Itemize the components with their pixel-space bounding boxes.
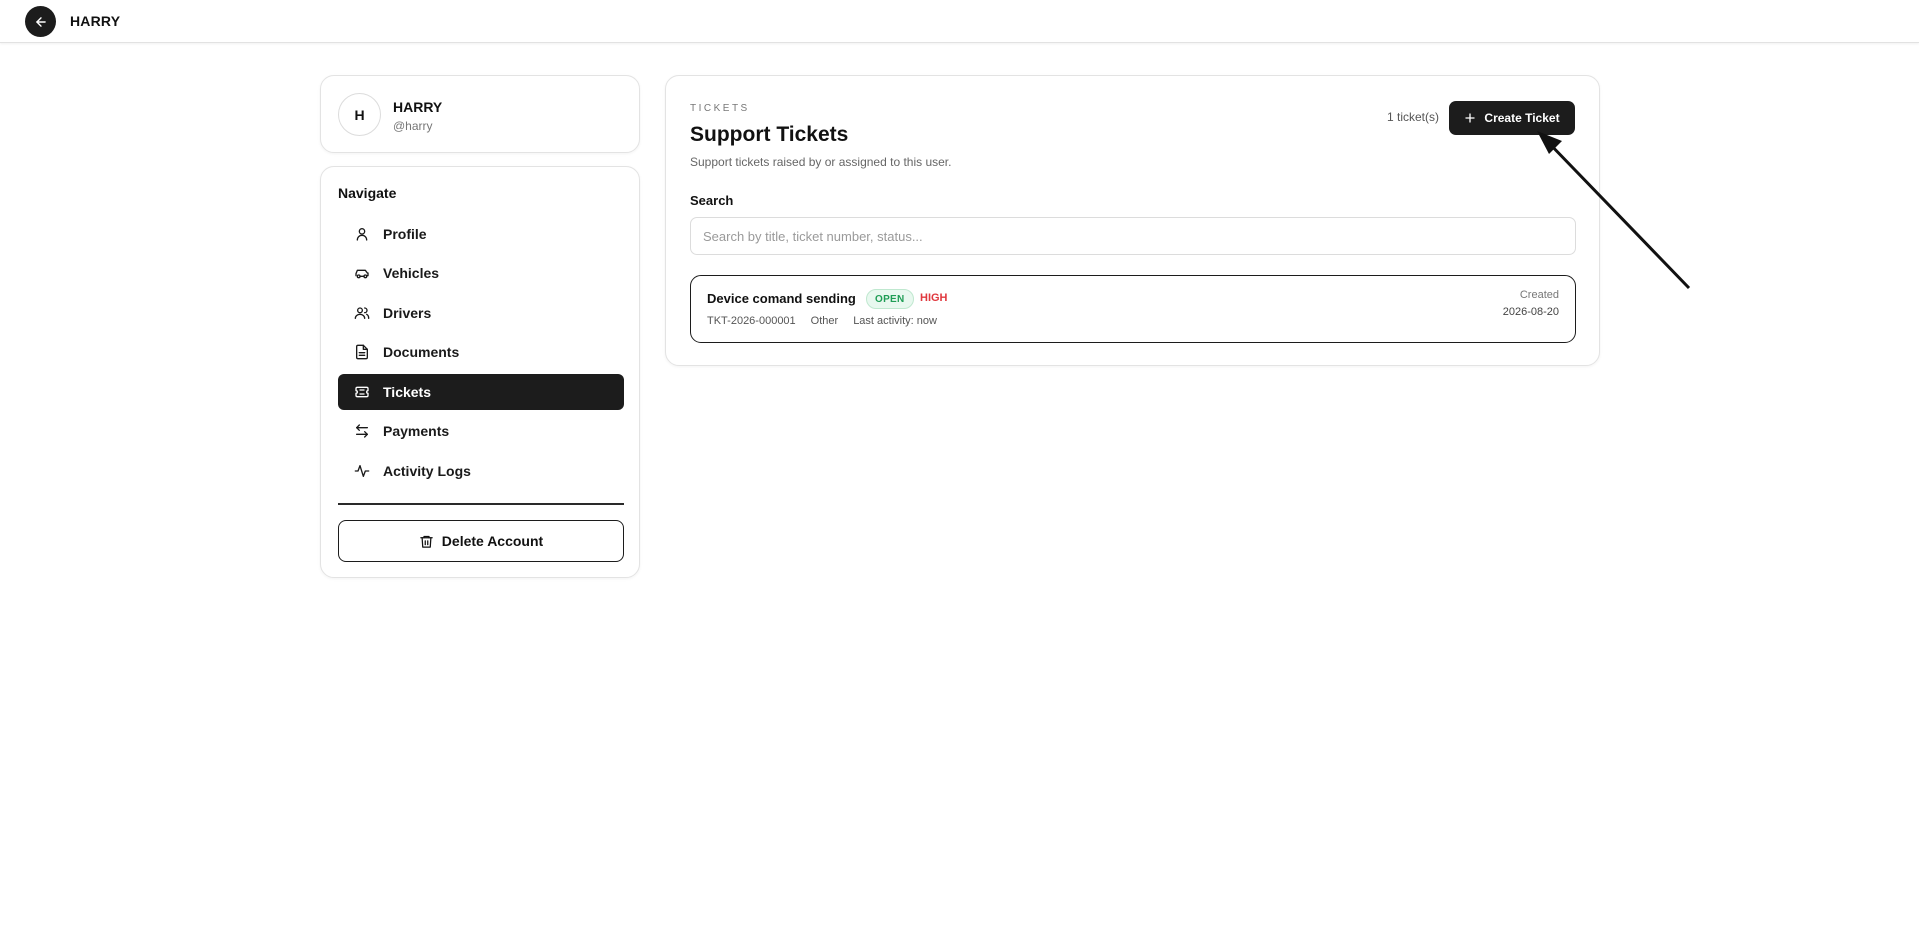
plus-icon (1465, 113, 1476, 123)
sidebar-item-label: Activity Logs (383, 463, 471, 479)
activity-icon (353, 462, 371, 480)
page-header-title: HARRY (70, 13, 121, 29)
sidebar-item-label: Tickets (383, 384, 431, 400)
created-label: Created (1519, 289, 1559, 301)
sidebar-item-label: Profile (383, 226, 427, 242)
sidebar-item-payments[interactable]: Payments (338, 413, 624, 449)
avatar: H (338, 93, 381, 136)
search-label: Search (690, 193, 734, 208)
sidebar-item-documents[interactable]: Documents (338, 334, 624, 370)
arrows-swap-icon (353, 422, 371, 440)
ticket-meta: TKT-2026-000001 Other Last activity: now (707, 315, 937, 327)
file-text-icon (353, 343, 371, 361)
user-handle: @harry (393, 119, 433, 133)
status-badge: OPEN (866, 289, 914, 309)
arrow-left-icon (35, 16, 46, 27)
users-icon (353, 304, 371, 322)
divider (338, 503, 624, 505)
sidebar-item-drivers[interactable]: Drivers (338, 295, 624, 331)
ticket-title: Device comand sending (707, 291, 856, 306)
ticket-icon (353, 383, 371, 401)
sidebar-item-tickets[interactable]: Tickets (338, 374, 624, 410)
ticket-row[interactable]: Device comand sending OPEN HIGH TKT-2026… (690, 275, 1576, 343)
section-eyebrow: TICKETS (690, 103, 750, 114)
created-date: 2026-08-20 (1502, 306, 1559, 318)
create-ticket-label: Create Ticket (1484, 111, 1560, 125)
top-bar: HARRY (0, 0, 1919, 43)
ticket-category: Other (810, 315, 839, 327)
nav-heading: Navigate (338, 185, 397, 201)
ticket-number: TKT-2026-000001 (707, 315, 796, 327)
sidebar-item-label: Documents (383, 344, 460, 360)
create-ticket-button[interactable]: Create Ticket (1449, 101, 1575, 135)
sidebar-item-label: Drivers (383, 305, 432, 321)
sidebar-item-vehicles[interactable]: Vehicles (338, 255, 624, 291)
sidebar-item-profile[interactable]: Profile (338, 216, 624, 252)
priority-badge: HIGH (920, 292, 948, 304)
delete-account-button[interactable]: Delete Account (338, 520, 624, 562)
sidebar-item-activity-logs[interactable]: Activity Logs (338, 453, 624, 489)
navigation-card: Navigate Profile Vehicles Drivers Docume… (320, 166, 640, 578)
page-title: Support Tickets (690, 123, 849, 146)
back-button[interactable] (25, 6, 56, 37)
user-summary-card: H HARRY @harry (320, 75, 640, 153)
sidebar-item-label: Vehicles (383, 265, 440, 281)
page-description: Support tickets raised by or assigned to… (690, 155, 952, 169)
search-input[interactable] (690, 217, 1576, 255)
sidebar-item-label: Payments (383, 423, 450, 439)
user-name: HARRY (393, 99, 443, 115)
ticket-last-activity: Last activity: now (853, 315, 937, 327)
delete-account-label: Delete Account (441, 533, 544, 549)
trash-icon (420, 535, 433, 548)
tickets-panel: TICKETS Support Tickets Support tickets … (665, 75, 1600, 366)
car-icon (353, 264, 371, 282)
user-icon (353, 225, 371, 243)
ticket-count: 1 ticket(s) (1386, 110, 1439, 124)
